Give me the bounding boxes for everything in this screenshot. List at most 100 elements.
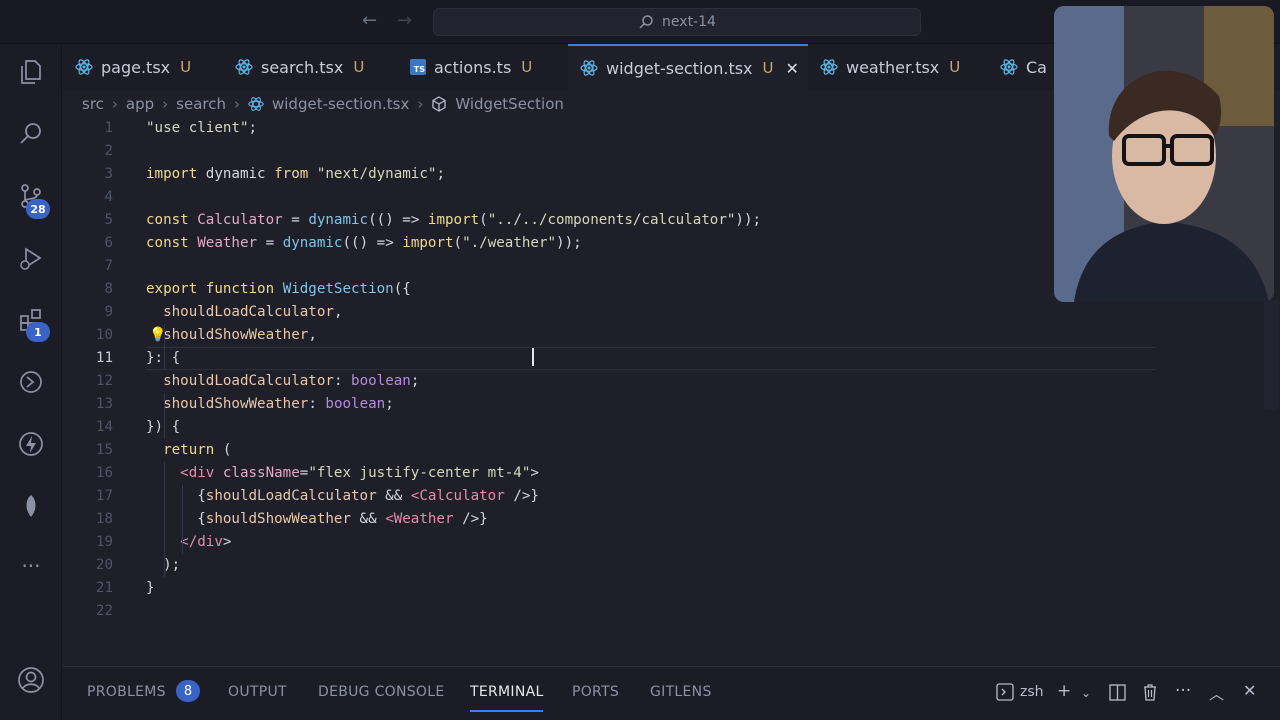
lightning-icon[interactable] [15, 428, 47, 460]
code-text: shouldLoadCalculator, [163, 304, 343, 320]
chevron-up-icon[interactable]: ︿ [1209, 683, 1224, 704]
line-number: 15 [95, 442, 113, 458]
tab-gitlens[interactable]: GITLENS [650, 684, 712, 700]
run-debug-icon[interactable] [15, 242, 47, 274]
chevron-down-icon[interactable]: ⌄ [1081, 686, 1091, 700]
line-number: 19 [95, 534, 113, 550]
code-line[interactable]: 9 shouldLoadCalculator, [63, 301, 1263, 324]
line-number: 2 [104, 143, 113, 159]
tab-actions-ts[interactable]: TS actions.ts U [398, 44, 568, 90]
code-text: const Weather = dynamic(() => import("./… [146, 235, 582, 251]
code-line[interactable]: 19 </div> [63, 531, 1263, 554]
code-line[interactable]: 12 shouldLoadCalculator: boolean; [63, 370, 1263, 393]
code-line[interactable]: 20 ); [63, 554, 1263, 577]
back-arrow-icon[interactable]: ← [362, 10, 377, 31]
line-number: 10 [95, 327, 113, 343]
code-text: const Calculator = dynamic(() => import(… [146, 212, 762, 228]
code-line[interactable]: 22 [63, 600, 1263, 623]
code-text: shouldShowWeather: boolean; [163, 396, 394, 412]
line-number: 4 [104, 189, 113, 205]
code-text: export function WidgetSection({ [146, 281, 411, 297]
code-text: <div className="flex justify-center mt-4… [180, 465, 539, 481]
terminal-shell-label[interactable]: zsh [1020, 684, 1044, 700]
line-number: 14 [95, 419, 113, 435]
code-text: import dynamic from "next/dynamic"; [146, 166, 445, 182]
breadcrumb-item[interactable]: src [82, 95, 104, 113]
remote-explorer-icon[interactable] [15, 366, 47, 398]
code-text: </div> [180, 534, 232, 550]
tab-problems[interactable]: PROBLEMS [87, 684, 166, 700]
line-number: 7 [104, 258, 113, 274]
terminal-icon[interactable] [996, 683, 1014, 701]
indent-guide [164, 462, 165, 577]
tab-label: weather.tsx [846, 57, 940, 77]
line-number: 16 [95, 465, 113, 481]
explorer-icon[interactable] [15, 56, 47, 88]
tab-debug-console[interactable]: DEBUG CONSOLE [318, 684, 445, 700]
code-line[interactable]: 10 shouldShowWeather, [63, 324, 1263, 347]
react-icon [75, 59, 93, 75]
line-number: 9 [104, 304, 113, 320]
plus-icon[interactable]: + [1057, 681, 1071, 701]
command-center-search[interactable]: next-14 [433, 8, 921, 36]
react-icon [580, 60, 598, 76]
code-text: shouldLoadCalculator: boolean; [163, 373, 420, 389]
tab-terminal[interactable]: TERMINAL [470, 684, 544, 700]
typescript-icon: TS [410, 59, 426, 75]
indent-guide [164, 393, 165, 439]
close-panel-icon[interactable]: ✕ [1243, 681, 1256, 700]
search-icon[interactable] [15, 118, 47, 150]
code-text: shouldShowWeather, [163, 327, 317, 343]
tab-ports[interactable]: PORTS [572, 684, 619, 700]
current-line-highlight [146, 347, 1156, 370]
editor-scrollbar[interactable] [1264, 300, 1278, 410]
trash-icon[interactable] [1142, 683, 1158, 701]
account-icon[interactable] [15, 664, 47, 696]
breadcrumb-item[interactable]: search [176, 95, 226, 113]
code-text: "use client"; [146, 120, 258, 136]
code-line[interactable]: 21} [63, 577, 1263, 600]
untracked-indicator: U [180, 58, 192, 76]
breadcrumb-item[interactable]: WidgetSection [455, 95, 564, 113]
code-text: } [146, 580, 155, 596]
chevron-right-icon: › [233, 95, 240, 113]
untracked-indicator: U [762, 59, 774, 77]
code-line[interactable]: 13 shouldShowWeather: boolean; [63, 393, 1263, 416]
chevron-right-icon: › [417, 95, 424, 113]
line-number: 22 [95, 603, 113, 619]
close-icon[interactable]: ✕ [786, 59, 799, 78]
line-number: 18 [95, 511, 113, 527]
command-center-label: next-14 [662, 14, 716, 30]
leaf-icon[interactable] [15, 490, 47, 522]
tab-weather-tsx[interactable]: weather.tsx U [808, 44, 978, 90]
untracked-indicator: U [353, 58, 365, 76]
tab-search-tsx[interactable]: search.tsx U [223, 44, 398, 90]
problems-count-badge: 8 [176, 680, 200, 702]
code-line[interactable]: 14}) { [63, 416, 1263, 439]
tab-label: Ca [1026, 57, 1047, 77]
tab-widget-section-tsx[interactable]: widget-section.tsx U ✕ [568, 44, 808, 90]
forward-arrow-icon[interactable]: → [397, 10, 412, 31]
split-terminal-icon[interactable] [1109, 684, 1126, 701]
more-icon[interactable]: ··· [15, 550, 47, 582]
breadcrumb-item[interactable]: app [126, 95, 154, 113]
breadcrumb-item[interactable]: widget-section.tsx [272, 95, 409, 113]
line-number: 3 [104, 166, 113, 182]
symbol-class-icon [432, 96, 447, 112]
activity-bar: 28 1 ··· [0, 44, 62, 720]
react-icon [1000, 59, 1018, 75]
code-line[interactable]: 16 <div className="flex justify-center m… [63, 462, 1263, 485]
line-number: 1 [104, 120, 113, 136]
tab-output[interactable]: OUTPUT [228, 684, 287, 700]
search-icon [639, 15, 653, 29]
code-line[interactable]: 11}: { [63, 347, 1263, 370]
code-line[interactable]: 17 {shouldLoadCalculator && <Calculator … [63, 485, 1263, 508]
tab-page-tsx[interactable]: page.tsx U [63, 44, 223, 90]
code-line[interactable]: 18 {shouldShowWeather && <Weather />} [63, 508, 1263, 531]
code-line[interactable]: 15 return ( [63, 439, 1263, 462]
extensions-badge: 1 [26, 322, 50, 342]
tab-label: actions.ts [434, 57, 512, 77]
more-actions-icon[interactable]: ··· [1175, 681, 1191, 701]
line-number: 13 [95, 396, 113, 412]
untracked-indicator: U [949, 58, 961, 76]
